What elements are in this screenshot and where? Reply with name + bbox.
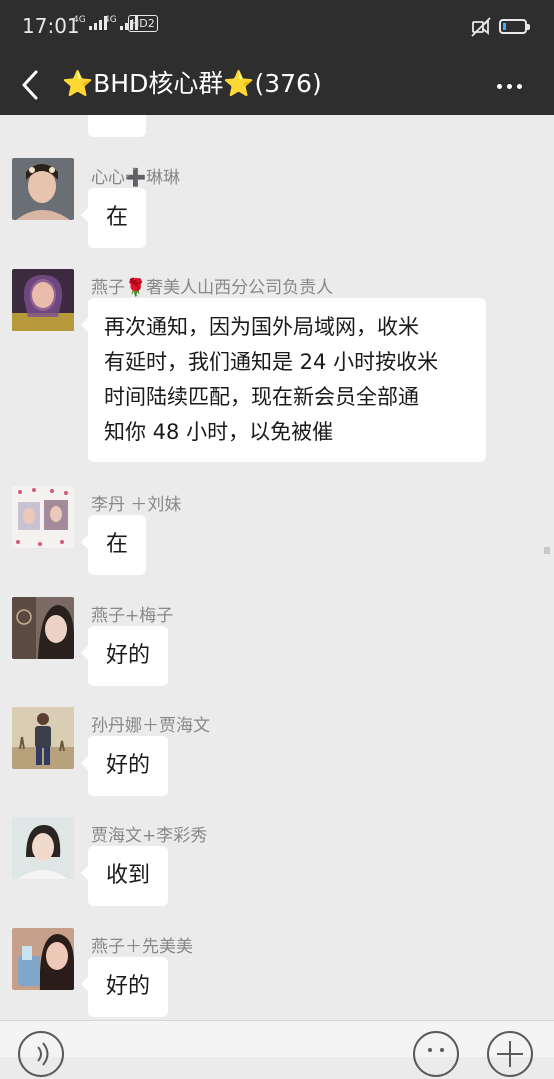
chevron-left-icon — [22, 70, 38, 100]
sender-name: 孙丹娜＋贾海文 — [91, 716, 210, 736]
input-bar — [0, 1020, 554, 1077]
message-line: 时间陆续匹配，现在新会员全部通 — [104, 385, 419, 409]
network-label: 4G — [104, 15, 117, 25]
avatar[interactable] — [12, 928, 74, 990]
more-button[interactable] — [490, 68, 530, 104]
chat-area[interactable]: 在 心心➕琳琳 在 燕子🌹奢美人山西分公司负责人 再次通知，因为国外局域网，收米… — [0, 115, 554, 1020]
chat-title: ⭐BHD核心群⭐(376) — [62, 64, 322, 100]
message-line: 有延时，我们通知是 24 小时按收米 — [104, 350, 439, 374]
voice-icon — [37, 1042, 49, 1066]
emoji-button[interactable] — [413, 1031, 459, 1077]
sender-name: 贾海文+李彩秀 — [91, 826, 208, 846]
message-bubble[interactable]: 在 — [80, 188, 147, 248]
back-button[interactable] — [10, 61, 54, 109]
avatar[interactable] — [12, 486, 74, 548]
status-time: 17:01 — [22, 14, 80, 38]
group-name: BHD核心群 — [93, 69, 224, 98]
scrollbar[interactable] — [544, 547, 550, 554]
star-icon: ⭐ — [62, 69, 94, 98]
avatar[interactable] — [12, 817, 74, 879]
message-bubble[interactable]: 收到 — [80, 846, 169, 906]
sender-name: 燕子+梅子 — [91, 606, 174, 626]
message-bubble[interactable]: 在 — [80, 515, 147, 575]
avatar[interactable] — [12, 158, 74, 220]
message-line: 知你 48 小时，以免被催 — [104, 420, 334, 444]
message-bubble[interactable]: 在 — [88, 115, 147, 137]
status-bar: 17:01 4G 4G HD2 — [0, 0, 554, 56]
emoji-icon — [428, 1048, 444, 1052]
avatar[interactable] — [12, 707, 74, 769]
message-bubble[interactable]: 好的 — [80, 626, 169, 686]
message-bubble[interactable]: 再次通知，因为国外局域网，收米 有延时，我们通知是 24 小时按收米 时间陆续匹… — [81, 298, 486, 462]
battery-icon — [499, 19, 530, 34]
voice-button[interactable] — [18, 1031, 64, 1077]
mute-icon — [471, 17, 491, 37]
star-icon: ⭐ — [223, 69, 255, 98]
plus-icon — [497, 1041, 523, 1067]
plus-button[interactable] — [487, 1031, 533, 1077]
hd-voice-icon: HD2 — [128, 15, 158, 32]
message-line: 再次通知，因为国外局域网，收米 — [104, 315, 419, 339]
signal-icon: 4G — [73, 16, 107, 30]
sender-name: 燕子＋先美美 — [91, 937, 193, 957]
network-label: 4G — [73, 15, 86, 25]
sender-name: 燕子🌹奢美人山西分公司负责人 — [91, 278, 334, 298]
member-count: (376) — [254, 69, 322, 98]
sender-name: 李丹 ＋刘妹 — [91, 495, 182, 515]
avatar[interactable] — [12, 597, 74, 659]
message-bubble[interactable]: 好的 — [80, 736, 169, 796]
avatar[interactable] — [12, 269, 74, 331]
sender-name: 心心➕琳琳 — [91, 168, 181, 188]
message-bubble[interactable]: 好的 — [80, 957, 169, 1017]
chat-header: ⭐BHD核心群⭐(376) — [0, 56, 554, 115]
more-dots-icon — [497, 84, 502, 89]
